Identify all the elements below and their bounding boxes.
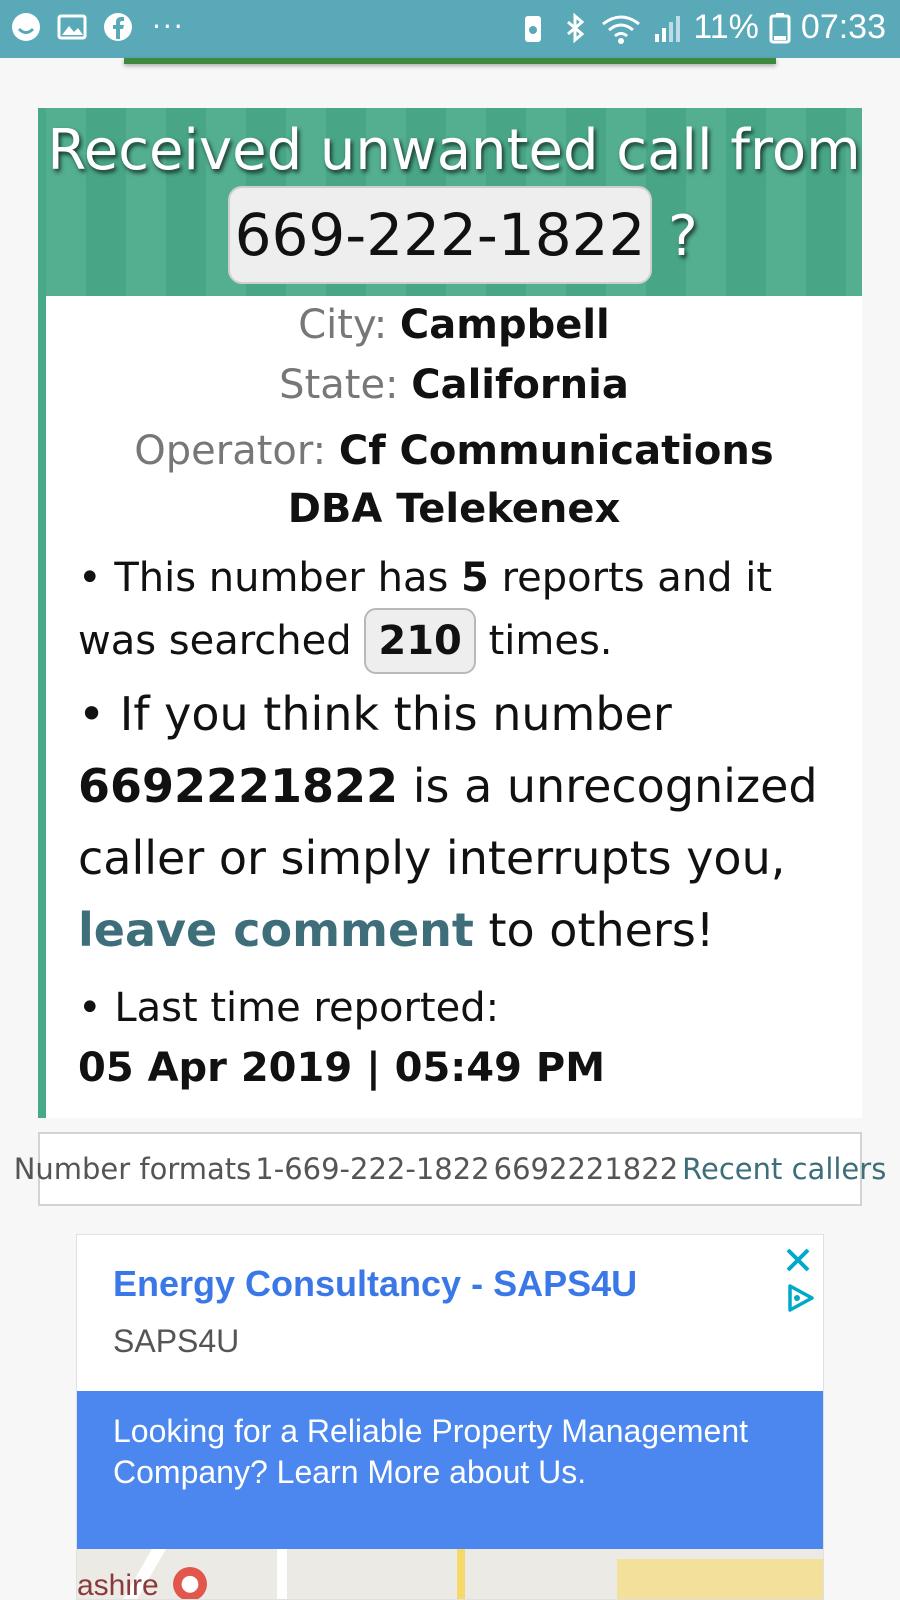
image-icon [57,14,87,39]
last-report-paragraph: • Last time reported: 05 Apr 2019 | 05:4… [78,978,848,1098]
advertisement[interactable]: Energy Consultancy - SAPS4U SAPS4U Looki… [76,1234,824,1600]
format-dashed-link[interactable]: 1-669-222-1822 [255,1152,489,1186]
system-status: 11% 07:33 [517,8,886,47]
ad-title[interactable]: Energy Consultancy - SAPS4U [113,1263,637,1305]
facebook-icon [104,12,132,41]
leave-comment-link[interactable]: leave comment [78,903,474,957]
adchoices-icon[interactable] [783,1281,817,1315]
operator-line: Operator: Cf Communications DBA Telekene… [46,422,862,538]
battery-icon [769,12,791,43]
number-info-card: Received unwanted call from 669-222-1822… [38,108,862,1118]
map-place-label: ashire [77,1569,159,1600]
bullet: • [78,555,102,601]
phone-number-badge: 669-222-1822 [228,186,652,284]
state-value: California [411,362,629,408]
clock: 07:33 [800,8,886,46]
wifi-icon [602,15,641,44]
formats-label: Number formats [13,1152,252,1186]
city-value: Campbell [399,302,610,348]
page-title: Received unwanted call from [47,118,861,183]
card-header: Received unwanted call from 669-222-1822… [46,108,862,296]
bullet: • [78,985,102,1031]
signal-icon [655,15,681,42]
state-label: State: [279,362,399,408]
operator-label: Operator: [134,428,327,474]
plain-number: 6692221822 [78,759,399,813]
reports-text: This number has [114,555,449,601]
report-count: 5 [461,555,489,601]
ad-advertiser: SAPS4U [113,1323,240,1359]
format-plain-link[interactable]: 6692221822 [494,1152,679,1186]
ad-body[interactable]: Looking for a Reliable Property Manageme… [77,1391,823,1549]
map-pin-icon: ● [173,1567,207,1599]
state-line: State: California [46,362,862,408]
question-mark: ? [668,204,698,269]
more-dots-icon: ··· [152,10,185,43]
recent-callers-link[interactable]: Recent callers [682,1152,886,1186]
operator-value: Cf Communications DBA Telekenex [287,428,774,532]
number-formats-bar: Number formats 1-669-222-1822 6692221822… [14,1132,886,1206]
header-divider [124,58,776,64]
bluetooth-icon [567,12,585,43]
bullet: • [78,687,106,741]
comment-text: to others! [488,903,715,957]
battery-percent: 11% [693,8,759,46]
search-count-badge: 210 [364,608,476,674]
notification-icons: ··· [10,10,185,43]
battery-saver-icon [525,15,542,42]
comment-paragraph: • If you think this number 6692221822 is… [78,678,848,966]
status-bar: ··· 11% 07:33 [0,0,900,58]
city-label: City: [298,302,388,348]
ad-map-preview: ashire ● [77,1549,823,1600]
comment-text: If you think this number [119,687,672,741]
reports-paragraph: • This number has 5 reports and it was s… [78,548,848,674]
last-report-value: 05 Apr 2019 | 05:49 PM [78,1045,605,1091]
close-icon[interactable] [781,1243,815,1277]
last-report-label: Last time reported: [114,985,500,1031]
smiley-icon [12,12,40,41]
city-line: City: Campbell [46,302,862,348]
reports-text: times. [488,618,613,664]
